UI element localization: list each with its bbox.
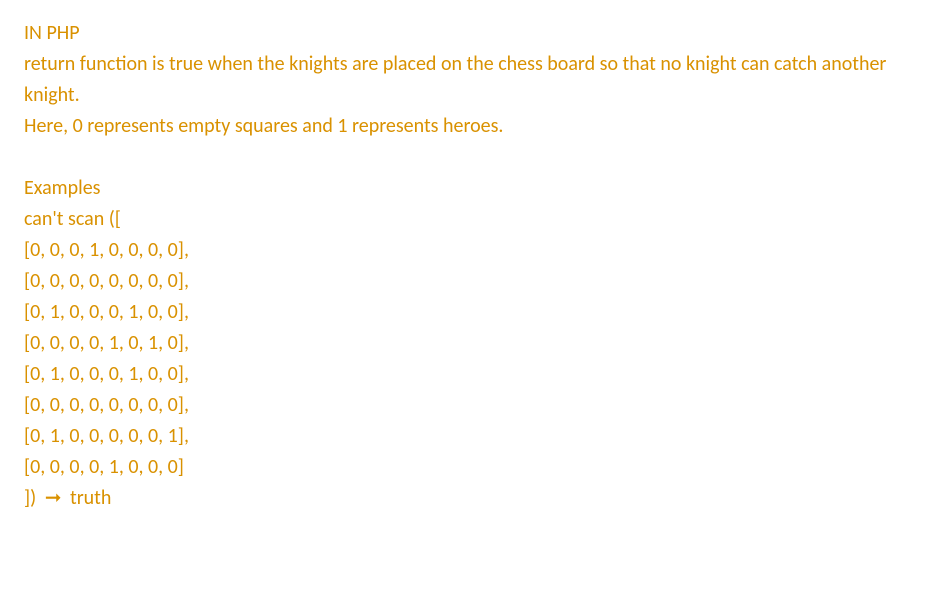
- board-row: [0, 0, 0, 0, 0, 0, 0, 0],: [24, 266, 912, 297]
- board-row: [0, 0, 0, 0, 1, 0, 0, 0]: [24, 452, 912, 483]
- close-bracket: ]): [24, 486, 41, 510]
- function-call-open: can't scan ([: [24, 204, 912, 235]
- document-body: IN PHP return function is true when the …: [24, 18, 912, 514]
- description-line-2: Here, 0 represents empty squares and 1 r…: [24, 111, 912, 142]
- arrow-icon: ➞: [45, 483, 62, 514]
- header-line: IN PHP: [24, 18, 912, 49]
- board-row: [0, 1, 0, 0, 0, 1, 0, 0],: [24, 359, 912, 390]
- board-row: [0, 0, 0, 0, 1, 0, 1, 0],: [24, 328, 912, 359]
- result-value: truth: [65, 486, 111, 510]
- examples-heading: Examples: [24, 173, 912, 204]
- board-row: [0, 1, 0, 0, 0, 0, 0, 1],: [24, 421, 912, 452]
- board-row: [0, 1, 0, 0, 0, 1, 0, 0],: [24, 297, 912, 328]
- board-row: [0, 0, 0, 0, 0, 0, 0, 0],: [24, 390, 912, 421]
- function-call-close: ]) ➞ truth: [24, 483, 912, 514]
- board-row: [0, 0, 0, 1, 0, 0, 0, 0],: [24, 235, 912, 266]
- blank-line: [24, 142, 912, 173]
- description-line-1: return function is true when the knights…: [24, 49, 912, 111]
